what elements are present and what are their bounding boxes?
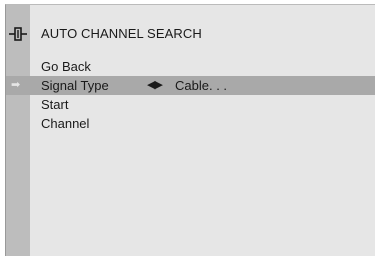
menu-item-label: Go Back [41, 59, 91, 74]
menu-item-start[interactable]: Start [6, 95, 375, 114]
menu-item-label: Channel [41, 116, 90, 131]
osd-menu-panel: AUTO CHANNEL SEARCH Go Back ➡ Signal Typ… [5, 4, 375, 256]
menu-item-signal-type[interactable]: ➡ Signal Type ◀▶ Cable. . . [6, 76, 375, 95]
signal-type-value: Cable. . . [175, 78, 228, 93]
left-right-arrows-icon[interactable]: ◀▶ [147, 76, 163, 95]
menu-title: AUTO CHANNEL SEARCH [41, 26, 202, 41]
arrow-right-icon: ➡ [11, 79, 21, 91]
menu-item-label: Signal Type [41, 78, 109, 93]
menu-item-channel[interactable]: Channel [6, 114, 375, 133]
menu-list: Go Back ➡ Signal Type ◀▶ Cable. . . Star… [6, 57, 375, 133]
menu-item-go-back[interactable]: Go Back [6, 57, 375, 76]
menu-item-label: Start [41, 97, 69, 112]
antenna-connector-icon [9, 27, 27, 41]
